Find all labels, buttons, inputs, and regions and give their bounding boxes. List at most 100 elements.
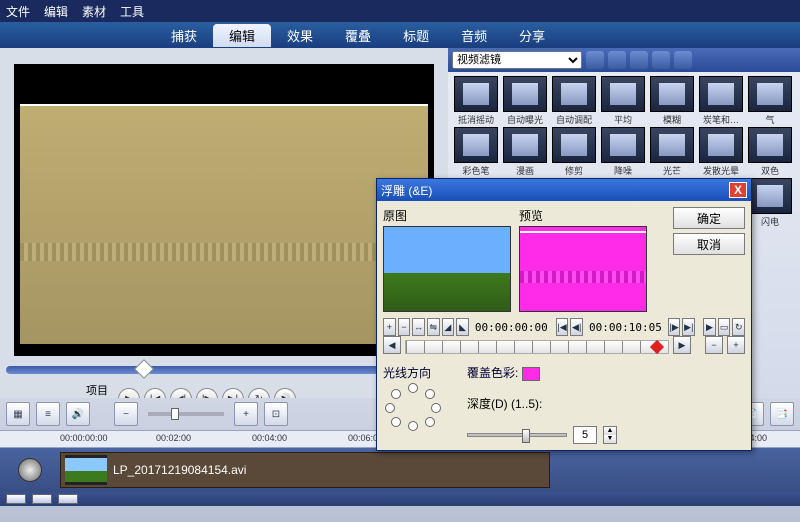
track-toggle-2[interactable]	[32, 494, 52, 504]
filter-label: 自动曝光	[501, 113, 549, 126]
fade-out-button[interactable]: ◣	[456, 318, 469, 336]
play-preview-button[interactable]: ▶	[703, 318, 716, 336]
emboss-dialog: 浮雕 (&E) X 原图 预览 确定 取消 + −	[376, 178, 752, 451]
scrub-thumb-icon[interactable]	[134, 359, 154, 379]
zoom-out-button[interactable]: −	[114, 402, 138, 426]
filter-label: 彩色笔	[452, 164, 500, 177]
filter-item[interactable]: 平均	[599, 76, 647, 126]
view-icon[interactable]	[608, 51, 626, 69]
mirror-button[interactable]: ⇋	[427, 318, 440, 336]
zoom-slider[interactable]	[148, 412, 224, 416]
filter-thumb-icon	[699, 127, 743, 163]
track-buttons-strip	[0, 492, 800, 506]
loop-button[interactable]: ↻	[732, 318, 745, 336]
filter-item[interactable]: 抵消摇动	[452, 76, 500, 126]
add-key-button[interactable]: +	[383, 318, 396, 336]
cover-color-swatch[interactable]	[522, 367, 540, 381]
audio-view-button[interactable]: 🔊	[66, 402, 90, 426]
depth-label: 深度(D) (1..5):	[467, 395, 542, 412]
preview-label: 预览	[519, 207, 647, 224]
folder-icon[interactable]	[586, 51, 604, 69]
filter-item[interactable]: 闪电	[746, 178, 794, 228]
tab-share[interactable]: 分享	[503, 24, 561, 47]
go-start-button[interactable]: |◀	[556, 318, 569, 336]
video-track[interactable]: LP_20171219084154.avi	[0, 448, 800, 492]
remove-key-button[interactable]: −	[398, 318, 411, 336]
original-thumbnail	[383, 226, 511, 312]
menu-edit[interactable]: 编辑	[44, 3, 68, 20]
filter-thumb-icon	[552, 76, 596, 112]
filter-thumb-icon	[748, 178, 792, 214]
timeline-view-button[interactable]: ≡	[36, 402, 60, 426]
filter-label: 闪电	[746, 215, 794, 228]
mode-project-label[interactable]: 项目	[86, 382, 108, 398]
zoom-out-mini[interactable]: −	[705, 336, 723, 354]
menu-tool[interactable]: 工具	[120, 3, 144, 20]
filter-thumb-icon	[454, 127, 498, 163]
tab-title[interactable]: 标题	[387, 24, 445, 47]
dialog-titlebar[interactable]: 浮雕 (&E) X	[377, 179, 751, 201]
zoom-in-mini[interactable]: +	[727, 336, 745, 354]
tab-bar: 捕获 编辑 效果 覆叠 标题 音频 分享	[0, 22, 800, 48]
cancel-button[interactable]: 取消	[673, 233, 745, 255]
light-direction-picker[interactable]	[383, 383, 443, 431]
filter-thumb-icon	[454, 76, 498, 112]
filter-item[interactable]: 光芒	[648, 127, 696, 177]
depth-slider[interactable]	[467, 433, 567, 437]
filter-thumb-icon	[503, 76, 547, 112]
zoom-in-button[interactable]: +	[234, 402, 258, 426]
ok-button[interactable]: 确定	[673, 207, 745, 229]
monitor-button[interactable]: ▭	[718, 318, 731, 336]
filter-item[interactable]: 彩色笔	[452, 127, 500, 177]
tab-capture[interactable]: 捕获	[155, 24, 213, 47]
next-key-button[interactable]: ▶	[673, 336, 691, 354]
dialog-title-text: 浮雕 (&E)	[381, 182, 432, 199]
menubar: 文件 编辑 素材 工具	[0, 0, 800, 22]
fit-button[interactable]: ⊡	[264, 402, 288, 426]
fade-in-button[interactable]: ◢	[442, 318, 455, 336]
filter-label: 降噪	[599, 164, 647, 177]
filter-thumb-icon	[699, 76, 743, 112]
expand-icon[interactable]	[674, 51, 692, 69]
filter-item[interactable]: 气	[746, 76, 794, 126]
close-button[interactable]: X	[729, 182, 747, 198]
storyboard-view-button[interactable]: ▦	[6, 402, 30, 426]
tab-edit[interactable]: 编辑	[213, 24, 271, 47]
depth-value-input[interactable]	[573, 426, 597, 444]
go-end-button[interactable]: ▶|	[682, 318, 695, 336]
tab-overlay[interactable]: 覆叠	[329, 24, 387, 47]
filter-thumb-icon	[601, 76, 645, 112]
depth-spinner[interactable]: ▲▼	[603, 426, 617, 444]
filter-item[interactable]: 模糊	[648, 76, 696, 126]
step-back-button[interactable]: ◀|	[570, 318, 583, 336]
filter-item[interactable]: 自动曝光	[501, 76, 549, 126]
refresh-icon[interactable]	[652, 51, 670, 69]
filter-item[interactable]: 发散光晕	[697, 127, 745, 177]
time-start: 00:00:00:00	[471, 321, 552, 334]
ruler-mark: 00:00:00:00	[60, 433, 108, 443]
sort-icon[interactable]	[630, 51, 648, 69]
filter-item[interactable]: 炭笔和…	[697, 76, 745, 126]
filter-item[interactable]: 降噪	[599, 127, 647, 177]
filter-item[interactable]: 修剪	[550, 127, 598, 177]
keyframe-scale[interactable]	[405, 340, 669, 354]
reverse-button[interactable]: ↔	[412, 318, 425, 336]
filter-item[interactable]: 自动调配	[550, 76, 598, 126]
filter-label: 平均	[599, 113, 647, 126]
ruler-mark: 00:04:00	[252, 433, 287, 443]
filter-thumb-icon	[748, 127, 792, 163]
filter-category-select[interactable]: 视频滤镜	[452, 51, 582, 69]
track-toggle-1[interactable]	[6, 494, 26, 504]
tab-audio[interactable]: 音频	[445, 24, 503, 47]
menu-clip[interactable]: 素材	[82, 3, 106, 20]
tab-effect[interactable]: 效果	[271, 24, 329, 47]
prev-key-button[interactable]: ◀	[383, 336, 401, 354]
filter-item[interactable]: 漫画	[501, 127, 549, 177]
batch-button[interactable]: 📑	[770, 402, 794, 426]
filter-item[interactable]: 双色	[746, 127, 794, 177]
track-toggle-3[interactable]	[58, 494, 78, 504]
menu-file[interactable]: 文件	[6, 3, 30, 20]
step-fwd-button[interactable]: |▶	[668, 318, 681, 336]
video-clip[interactable]: LP_20171219084154.avi	[60, 452, 550, 488]
reel-icon	[18, 458, 42, 482]
